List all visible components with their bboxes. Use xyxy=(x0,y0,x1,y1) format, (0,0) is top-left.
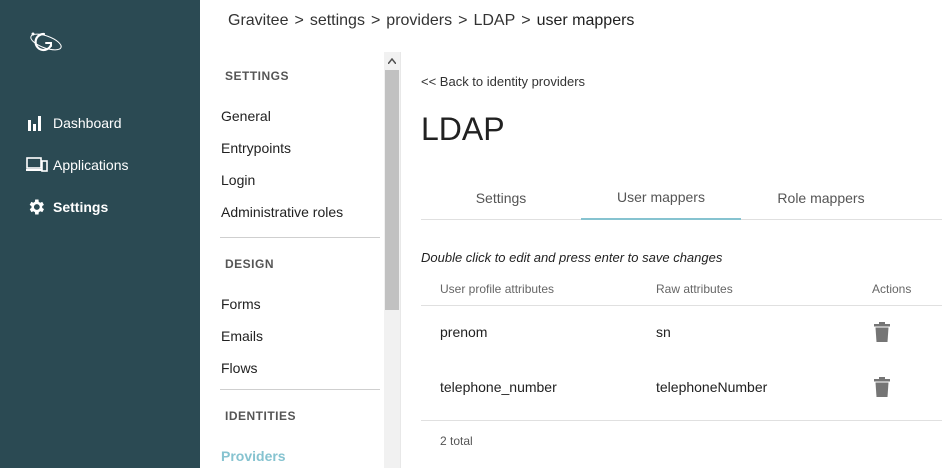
menu-divider xyxy=(220,389,380,390)
devices-icon xyxy=(26,155,48,175)
total-count: 2 total xyxy=(440,434,473,448)
bar-chart-icon xyxy=(26,113,48,133)
settings-menu-scrollbar[interactable] xyxy=(384,52,400,468)
breadcrumb-ldap[interactable]: LDAP xyxy=(473,12,515,30)
breadcrumb: Gravitee > settings > providers > LDAP >… xyxy=(228,12,634,30)
table-footer: 2 total xyxy=(421,420,942,468)
trash-icon[interactable] xyxy=(874,377,890,397)
menu-section-design: DESIGN xyxy=(225,257,275,271)
breadcrumb-current: user mappers xyxy=(536,12,635,29)
breadcrumb-separator: > xyxy=(294,12,304,29)
tab-user-mappers[interactable]: User mappers xyxy=(581,176,741,220)
back-to-identity-providers-link[interactable]: << Back to identity providers xyxy=(421,74,585,89)
column-header-actions: Actions xyxy=(872,282,912,296)
nav-label: Applications xyxy=(53,157,129,173)
breadcrumb-separator: > xyxy=(370,12,381,29)
menu-item-entrypoints[interactable]: Entrypoints xyxy=(221,140,291,156)
panel-divider xyxy=(400,52,401,468)
menu-item-login[interactable]: Login xyxy=(221,172,255,188)
breadcrumb-separator: > xyxy=(458,12,468,29)
table-header: User profile attributes Raw attributes A… xyxy=(421,282,942,306)
gravitee-logo[interactable] xyxy=(26,26,66,56)
nav-item-applications[interactable]: Applications xyxy=(26,153,129,177)
user-attribute-cell[interactable]: prenom xyxy=(440,324,487,340)
menu-section-identities: IDENTITIES xyxy=(225,409,297,423)
column-header-raw-attributes[interactable]: Raw attributes xyxy=(656,282,733,296)
menu-item-emails[interactable]: Emails xyxy=(221,328,263,344)
settings-menu: SETTINGS General Entrypoints Login Admin… xyxy=(200,52,400,468)
raw-attribute-cell[interactable]: telephoneNumber xyxy=(656,379,767,395)
tab-role-mappers[interactable]: Role mappers xyxy=(741,176,901,219)
nav-label: Dashboard xyxy=(53,115,122,131)
breadcrumb-separator: > xyxy=(521,12,531,29)
menu-item-flows[interactable]: Flows xyxy=(221,360,258,376)
menu-item-forms[interactable]: Forms xyxy=(221,296,261,312)
edit-hint: Double click to edit and press enter to … xyxy=(421,250,723,265)
column-header-user-profile[interactable]: User profile attributes xyxy=(440,282,554,296)
menu-item-administrative-roles[interactable]: Administrative roles xyxy=(221,204,343,220)
tab-settings[interactable]: Settings xyxy=(421,176,581,219)
raw-attribute-cell[interactable]: sn xyxy=(656,324,671,340)
breadcrumb-providers[interactable]: providers xyxy=(386,12,452,30)
table-row: telephone_number telephoneNumber xyxy=(421,361,942,416)
page-title: LDAP xyxy=(421,111,505,147)
nav-label: Settings xyxy=(53,199,109,215)
nav-item-dashboard[interactable]: Dashboard xyxy=(26,111,122,135)
user-attribute-cell[interactable]: telephone_number xyxy=(440,379,557,395)
table-row: prenom sn xyxy=(421,306,942,361)
scrollbar-thumb[interactable] xyxy=(385,70,399,310)
scroll-up-arrow-icon[interactable] xyxy=(384,52,400,69)
nav-item-settings[interactable]: Settings xyxy=(26,195,108,219)
trash-icon[interactable] xyxy=(874,322,890,342)
breadcrumb-settings[interactable]: settings xyxy=(310,12,365,30)
provider-tabs: Settings User mappers Role mappers xyxy=(421,176,942,220)
menu-divider xyxy=(220,237,380,238)
menu-item-general[interactable]: General xyxy=(221,108,271,124)
breadcrumb-gravitee[interactable]: Gravitee xyxy=(228,12,288,30)
menu-section-settings: SETTINGS xyxy=(225,69,290,83)
menu-item-providers[interactable]: Providers xyxy=(221,448,286,464)
side-navigation: Dashboard Applications Settings xyxy=(0,0,200,468)
gear-icon xyxy=(26,197,48,217)
